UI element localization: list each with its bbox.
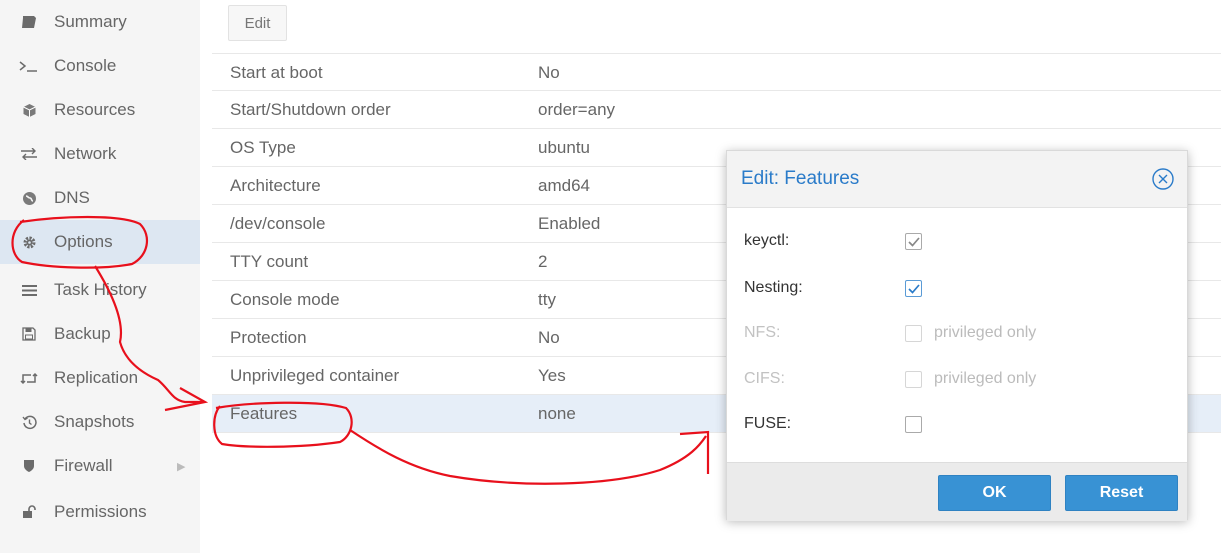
shield-icon bbox=[18, 459, 40, 473]
floppy-icon bbox=[18, 327, 40, 341]
row-value: 2 bbox=[538, 252, 548, 271]
field-note: privileged only bbox=[934, 324, 1037, 341]
field-nesting: Nesting: bbox=[727, 269, 1187, 309]
nfs-checkbox bbox=[905, 325, 922, 342]
field-keyctl: keyctl: bbox=[727, 222, 1187, 262]
field-label: CIFS: bbox=[744, 370, 785, 387]
sidebar-item-task-history[interactable]: Task History bbox=[0, 268, 200, 312]
book-icon bbox=[18, 15, 40, 29]
field-label: keyctl: bbox=[744, 232, 790, 249]
sidebar-item-resources[interactable]: Resources bbox=[0, 88, 200, 132]
sidebar-item-summary[interactable]: Summary bbox=[0, 0, 200, 44]
sidebar-item-label: Permissions bbox=[54, 502, 147, 521]
toolbar: Edit bbox=[212, 0, 1221, 47]
cube-icon bbox=[18, 103, 40, 118]
sidebar-item-label: Backup bbox=[54, 324, 111, 343]
terminal-icon bbox=[18, 59, 40, 73]
dialog-title: Edit: Features bbox=[741, 168, 860, 189]
row-value: amd64 bbox=[538, 176, 590, 195]
field-note: privileged only bbox=[934, 370, 1037, 387]
sidebar-item-network[interactable]: Network bbox=[0, 132, 200, 176]
close-icon[interactable] bbox=[1151, 167, 1175, 191]
sidebar-item-replication[interactable]: Replication bbox=[0, 356, 200, 400]
sidebar: Summary Console Resources Network DNS Op… bbox=[0, 0, 200, 553]
row-value: none bbox=[538, 404, 576, 423]
cifs-checkbox bbox=[905, 371, 922, 388]
row-value: No bbox=[538, 328, 560, 347]
row-value: ubuntu bbox=[538, 138, 590, 157]
globe-icon bbox=[18, 191, 40, 206]
dialog-header: Edit: Features bbox=[727, 151, 1187, 208]
reset-button[interactable]: Reset bbox=[1065, 475, 1178, 511]
sidebar-item-console[interactable]: Console bbox=[0, 44, 200, 88]
field-nfs: NFS: privileged only bbox=[727, 314, 1187, 354]
field-fuse: FUSE: bbox=[727, 405, 1187, 445]
row-name: Start at boot bbox=[230, 63, 323, 82]
row-name: /dev/console bbox=[230, 214, 326, 233]
edit-button[interactable]: Edit bbox=[228, 5, 287, 41]
grid-row-start-at-boot[interactable]: Start at boot No bbox=[212, 53, 1221, 91]
row-name: Protection bbox=[230, 328, 307, 347]
sidebar-item-permissions[interactable]: Permissions bbox=[0, 490, 200, 534]
ok-button[interactable]: OK bbox=[938, 475, 1051, 511]
field-label: FUSE: bbox=[744, 415, 792, 432]
row-name: Features bbox=[230, 404, 298, 423]
row-name: Unprivileged container bbox=[230, 366, 400, 385]
grid-row-startup-order[interactable]: Start/Shutdown order order=any bbox=[212, 91, 1221, 129]
dialog-body: keyctl: Nesting: NFS: privileged only CI… bbox=[727, 208, 1187, 462]
exchange-icon bbox=[18, 148, 40, 160]
row-value: order=any bbox=[538, 100, 616, 119]
row-value: Yes bbox=[538, 366, 566, 385]
keyctl-checkbox[interactable] bbox=[905, 233, 922, 250]
row-name: OS Type bbox=[230, 138, 296, 157]
sidebar-item-label: Network bbox=[54, 144, 117, 163]
edit-features-dialog: Edit: Features keyctl: Nesting: NFS: pri… bbox=[726, 150, 1188, 521]
row-name: TTY count bbox=[230, 252, 309, 271]
sidebar-item-options[interactable]: Options bbox=[0, 220, 200, 264]
sidebar-item-label: Task History bbox=[54, 280, 147, 299]
sidebar-item-firewall[interactable]: Firewall ▶ bbox=[0, 444, 200, 488]
sidebar-item-label: Snapshots bbox=[54, 412, 135, 431]
gear-icon bbox=[18, 235, 40, 250]
row-name: Architecture bbox=[230, 176, 321, 195]
history-icon bbox=[18, 415, 40, 430]
field-label: Nesting: bbox=[744, 279, 803, 296]
row-value: No bbox=[538, 63, 560, 82]
row-value: Enabled bbox=[538, 214, 601, 233]
row-value: tty bbox=[538, 290, 556, 309]
sidebar-item-label: Firewall bbox=[54, 456, 113, 475]
row-name: Console mode bbox=[230, 290, 340, 309]
sidebar-item-snapshots[interactable]: Snapshots bbox=[0, 400, 200, 444]
list-icon bbox=[18, 284, 40, 297]
field-label: NFS: bbox=[744, 324, 781, 341]
nesting-checkbox[interactable] bbox=[905, 280, 922, 297]
sidebar-item-label: DNS bbox=[54, 188, 90, 207]
sidebar-item-label: Summary bbox=[54, 12, 127, 31]
sidebar-item-label: Console bbox=[54, 56, 117, 75]
sidebar-item-label: Replication bbox=[54, 368, 139, 387]
fuse-checkbox[interactable] bbox=[905, 416, 922, 433]
sidebar-item-backup[interactable]: Backup bbox=[0, 312, 200, 356]
dialog-footer: OK Reset bbox=[727, 462, 1187, 521]
annotation-arrow-to-dialog bbox=[349, 429, 710, 485]
sidebar-item-dns[interactable]: DNS bbox=[0, 176, 200, 220]
retweet-icon bbox=[18, 372, 40, 385]
row-name: Start/Shutdown order bbox=[230, 100, 391, 119]
sidebar-item-label: Resources bbox=[54, 100, 136, 119]
unlock-icon bbox=[18, 505, 40, 519]
caret-right-icon: ▶ bbox=[177, 460, 186, 473]
sidebar-item-label: Options bbox=[54, 232, 113, 251]
field-cifs: CIFS: privileged only bbox=[727, 360, 1187, 400]
